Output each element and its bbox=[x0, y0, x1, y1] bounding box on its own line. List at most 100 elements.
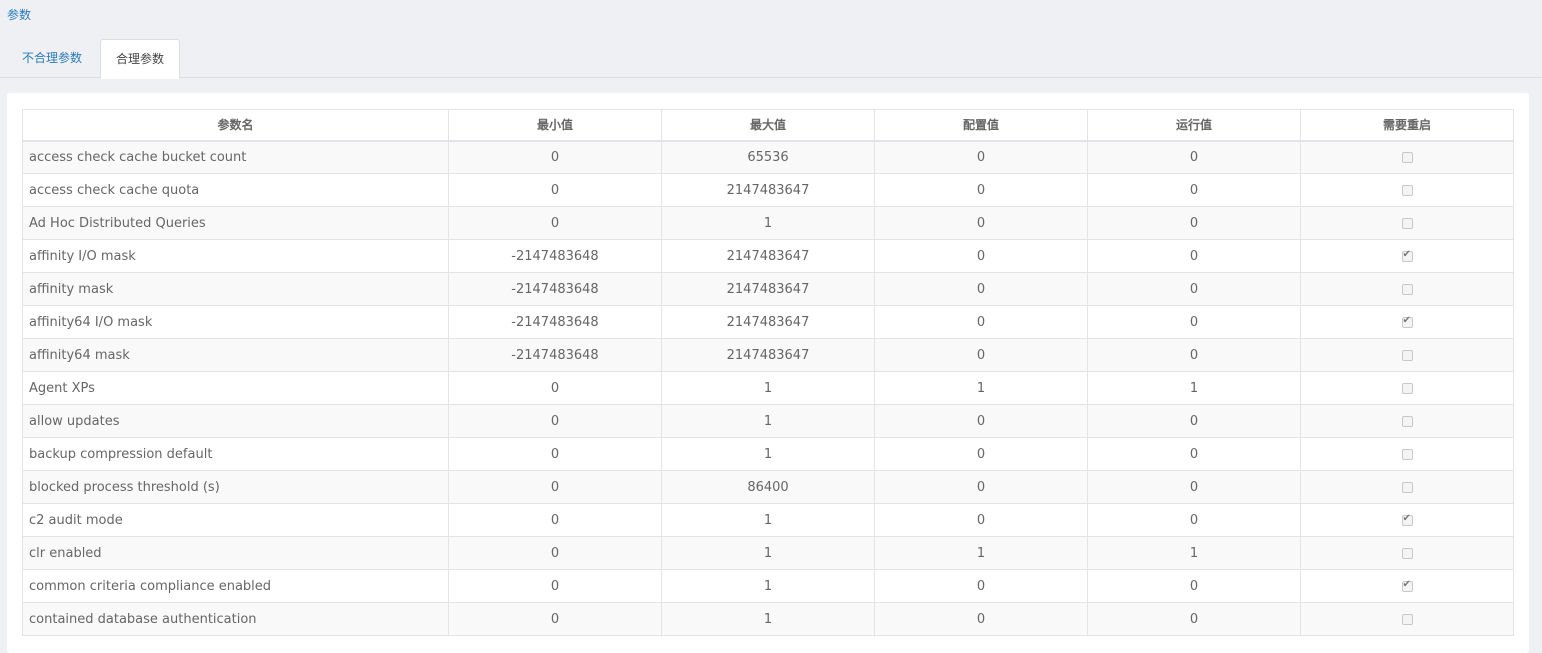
restart-checkbox[interactable] bbox=[1401, 217, 1413, 229]
config-value-cell: 0 bbox=[874, 272, 1088, 306]
restart-cell bbox=[1300, 404, 1514, 438]
checkmark-icon: ✔ bbox=[1402, 512, 1411, 524]
restart-checkbox[interactable] bbox=[1401, 151, 1413, 163]
table-row: affinity64 I/O mask -2147483648 2147483647… bbox=[22, 305, 1514, 339]
max-value-cell: 1 bbox=[661, 371, 875, 405]
max-value-cell: 2147483647 bbox=[661, 173, 875, 207]
config-value-cell: 0 bbox=[874, 305, 1088, 339]
table-row: access check cache quota 0 2147483647 0 0 bbox=[22, 173, 1514, 207]
restart-cell: ✔ bbox=[1300, 239, 1514, 273]
restart-cell bbox=[1300, 602, 1514, 636]
max-value-cell: 1 bbox=[661, 206, 875, 240]
checkmark-icon: ✔ bbox=[1402, 578, 1411, 590]
config-value-cell: 0 bbox=[874, 173, 1088, 207]
max-value-cell: 65536 bbox=[661, 140, 875, 174]
run-value-cell: 0 bbox=[1087, 206, 1301, 240]
restart-checkbox[interactable] bbox=[1401, 481, 1413, 493]
table-row: backup compression default 0 1 0 0 bbox=[22, 437, 1514, 471]
restart-cell bbox=[1300, 536, 1514, 570]
param-name-cell: affinity64 mask bbox=[22, 338, 449, 372]
config-value-cell: 0 bbox=[874, 206, 1088, 240]
restart-checkbox[interactable]: ✔ bbox=[1401, 248, 1413, 262]
restart-cell bbox=[1300, 437, 1514, 471]
min-value-cell: 0 bbox=[448, 371, 662, 405]
config-value-cell: 1 bbox=[874, 371, 1088, 405]
column-header-config[interactable]: 配置值 bbox=[874, 109, 1088, 142]
config-value-cell: 0 bbox=[874, 338, 1088, 372]
column-header-restart[interactable]: 需要重启 bbox=[1300, 109, 1514, 142]
run-value-cell: 1 bbox=[1087, 536, 1301, 570]
run-value-cell: 0 bbox=[1087, 404, 1301, 438]
max-value-cell: 1 bbox=[661, 503, 875, 537]
restart-cell bbox=[1300, 272, 1514, 306]
run-value-cell: 0 bbox=[1087, 140, 1301, 174]
breadcrumb: 参数 bbox=[7, 8, 32, 22]
tab-bar: 不合理参数 合理参数 bbox=[0, 39, 1542, 79]
column-header-run[interactable]: 运行值 bbox=[1087, 109, 1301, 142]
run-value-cell: 0 bbox=[1087, 569, 1301, 603]
param-name-cell: c2 audit mode bbox=[22, 503, 449, 537]
column-header-name[interactable]: 参数名 bbox=[22, 109, 449, 142]
min-value-cell: -2147483648 bbox=[448, 239, 662, 273]
table-row: affinity64 mask -2147483648 2147483647 0 0 bbox=[22, 338, 1514, 372]
param-name-cell: allow updates bbox=[22, 404, 449, 438]
min-value-cell: -2147483648 bbox=[448, 305, 662, 339]
restart-checkbox[interactable]: ✔ bbox=[1401, 314, 1413, 328]
min-value-cell: 0 bbox=[448, 437, 662, 471]
min-value-cell: 0 bbox=[448, 206, 662, 240]
table-row: allow updates 0 1 0 0 bbox=[22, 404, 1514, 438]
min-value-cell: 0 bbox=[448, 536, 662, 570]
column-header-min[interactable]: 最小值 bbox=[448, 109, 662, 142]
max-value-cell: 2147483647 bbox=[661, 305, 875, 339]
max-value-cell: 2147483647 bbox=[661, 272, 875, 306]
min-value-cell: 0 bbox=[448, 404, 662, 438]
checkmark-icon: ✔ bbox=[1402, 248, 1411, 260]
run-value-cell: 0 bbox=[1087, 338, 1301, 372]
run-value-cell: 0 bbox=[1087, 272, 1301, 306]
min-value-cell: 0 bbox=[448, 140, 662, 174]
config-value-cell: 0 bbox=[874, 404, 1088, 438]
param-name-cell: affinity mask bbox=[22, 272, 449, 306]
run-value-cell: 0 bbox=[1087, 437, 1301, 471]
table-row: c2 audit mode 0 1 0 0 ✔ bbox=[22, 503, 1514, 537]
restart-cell bbox=[1300, 371, 1514, 405]
restart-checkbox[interactable] bbox=[1401, 613, 1413, 625]
restart-checkbox[interactable] bbox=[1401, 415, 1413, 427]
restart-cell: ✔ bbox=[1300, 569, 1514, 603]
restart-checkbox[interactable] bbox=[1401, 283, 1413, 295]
config-value-cell: 0 bbox=[874, 602, 1088, 636]
run-value-cell: 0 bbox=[1087, 602, 1301, 636]
table-row: access check cache bucket count 0 65536 0 0 bbox=[22, 140, 1514, 174]
column-header-max[interactable]: 最大值 bbox=[661, 109, 875, 142]
param-name-cell: Agent XPs bbox=[22, 371, 449, 405]
max-value-cell: 1 bbox=[661, 569, 875, 603]
max-value-cell: 1 bbox=[661, 437, 875, 471]
tab-unreasonable-params[interactable]: 不合理参数 bbox=[8, 39, 96, 78]
max-value-cell: 1 bbox=[661, 404, 875, 438]
restart-checkbox[interactable]: ✔ bbox=[1401, 512, 1413, 526]
restart-checkbox[interactable] bbox=[1401, 349, 1413, 361]
run-value-cell: 0 bbox=[1087, 470, 1301, 504]
param-name-cell: access check cache quota bbox=[22, 173, 449, 207]
restart-cell: ✔ bbox=[1300, 305, 1514, 339]
restart-cell bbox=[1300, 470, 1514, 504]
max-value-cell: 2147483647 bbox=[661, 239, 875, 273]
config-value-cell: 1 bbox=[874, 536, 1088, 570]
params-table: 参数名 最小值 最大值 配置值 运行值 需要重启 access check ca… bbox=[22, 109, 1514, 636]
tab-reasonable-params[interactable]: 合理参数 bbox=[100, 39, 180, 79]
restart-checkbox[interactable] bbox=[1401, 382, 1413, 394]
restart-checkbox[interactable] bbox=[1401, 547, 1413, 559]
max-value-cell: 86400 bbox=[661, 470, 875, 504]
restart-checkbox[interactable]: ✔ bbox=[1401, 578, 1413, 592]
restart-checkbox[interactable] bbox=[1401, 184, 1413, 196]
param-name-cell: access check cache bucket count bbox=[22, 140, 449, 174]
param-name-cell: affinity I/O mask bbox=[22, 239, 449, 273]
params-panel: 参数名 最小值 最大值 配置值 运行值 需要重启 access check ca… bbox=[7, 93, 1529, 653]
run-value-cell: 1 bbox=[1087, 371, 1301, 405]
table-row: contained database authentication 0 1 0 0 bbox=[22, 602, 1514, 636]
run-value-cell: 0 bbox=[1087, 173, 1301, 207]
config-value-cell: 0 bbox=[874, 437, 1088, 471]
checkmark-icon: ✔ bbox=[1402, 314, 1411, 326]
restart-checkbox[interactable] bbox=[1401, 448, 1413, 460]
restart-cell bbox=[1300, 338, 1514, 372]
